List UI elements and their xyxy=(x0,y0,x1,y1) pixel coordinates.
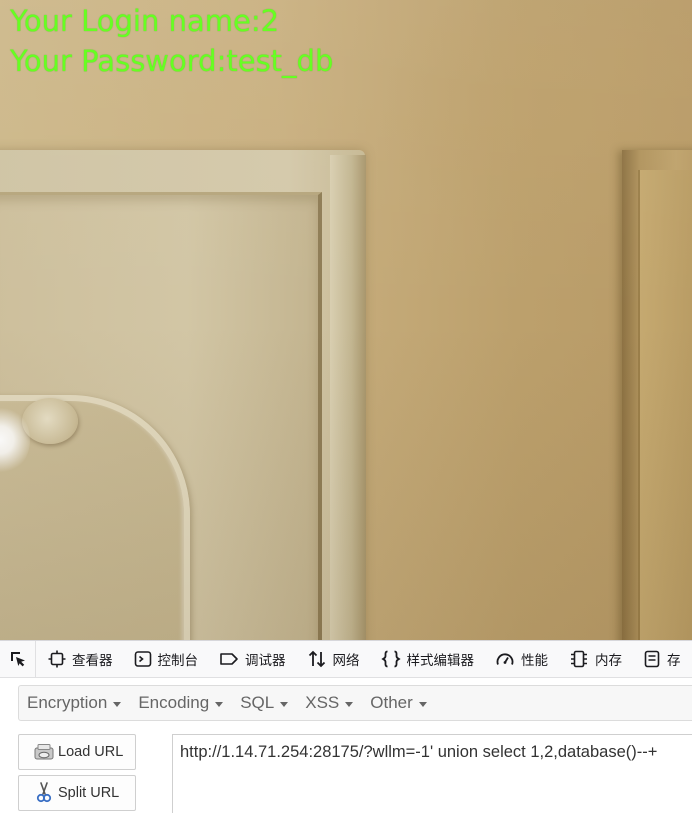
menu-encoding[interactable]: Encoding xyxy=(130,686,232,720)
background-shade xyxy=(0,0,692,640)
menu-encoding-label: Encoding xyxy=(138,693,210,712)
menu-sql-label: SQL xyxy=(240,693,275,712)
load-url-button[interactable]: Load URL xyxy=(18,734,136,770)
tab-network[interactable]: 网络 xyxy=(295,641,369,677)
load-url-label: Load URL xyxy=(58,744,124,760)
caret-down-icon xyxy=(418,701,427,707)
caret-down-icon xyxy=(215,701,224,707)
caret-down-icon xyxy=(113,701,122,707)
split-url-button[interactable]: Split URL xyxy=(18,775,136,811)
load-url-icon xyxy=(33,741,55,763)
console-icon xyxy=(134,651,151,667)
tab-memory[interactable]: 内存 xyxy=(557,641,631,677)
menu-xss-label: XSS xyxy=(305,693,340,712)
password-text: Your Password:test_db xyxy=(10,44,334,78)
menu-sql[interactable]: SQL xyxy=(232,686,297,720)
tab-style-editor[interactable]: 样式编辑器 xyxy=(369,641,484,677)
tab-console-label: 控制台 xyxy=(157,653,199,669)
inspector-icon xyxy=(48,650,66,668)
network-icon xyxy=(308,650,325,668)
tab-performance[interactable]: 性能 xyxy=(483,641,557,677)
caret-down-icon xyxy=(280,701,289,707)
url-textarea[interactable]: http://1.14.71.254:28175/?wllm=-1' union… xyxy=(172,734,692,813)
tab-performance-label: 性能 xyxy=(521,653,548,669)
tab-inspector-label: 查看器 xyxy=(72,653,113,669)
tab-style-editor-label: 样式编辑器 xyxy=(406,653,475,669)
hackbar-menu-bar: Encryption Encoding SQL XSS Other xyxy=(18,685,692,721)
memory-icon xyxy=(571,650,587,668)
caret-down-icon xyxy=(345,701,354,707)
tab-network-label: 网络 xyxy=(332,653,360,669)
menu-xss[interactable]: XSS xyxy=(297,686,362,720)
tab-storage-label: 存 xyxy=(667,653,681,669)
page-viewport: Your Login name:2 Your Password:test_db xyxy=(0,0,692,640)
split-url-label: Split URL xyxy=(58,785,120,801)
menu-other[interactable]: Other xyxy=(362,686,436,720)
element-picker-icon xyxy=(10,652,25,667)
login-name-text: Your Login name:2 xyxy=(10,4,280,38)
menu-encryption[interactable]: Encryption xyxy=(19,686,130,720)
performance-icon xyxy=(496,653,514,665)
tab-debugger-label: 调试器 xyxy=(245,653,286,669)
menu-encryption-label: Encryption xyxy=(27,693,108,712)
devtools-toolbar: 查看器 控制台 调试器 网络 样式编辑器 性能 内存 存 xyxy=(0,640,692,678)
tab-console[interactable]: 控制台 xyxy=(122,641,208,677)
scissors-icon xyxy=(33,782,55,804)
tab-debugger[interactable]: 调试器 xyxy=(207,641,295,677)
hackbar-panel: Encryption Encoding SQL XSS Other Load U… xyxy=(0,678,692,813)
tab-inspector[interactable]: 查看器 xyxy=(36,641,122,677)
element-picker-button[interactable] xyxy=(0,641,36,677)
style-editor-icon xyxy=(380,650,401,668)
tab-storage[interactable]: 存 xyxy=(631,641,690,677)
storage-icon xyxy=(644,650,660,668)
tab-memory-label: 内存 xyxy=(595,653,622,669)
debugger-icon xyxy=(220,653,238,665)
menu-other-label: Other xyxy=(370,693,413,712)
